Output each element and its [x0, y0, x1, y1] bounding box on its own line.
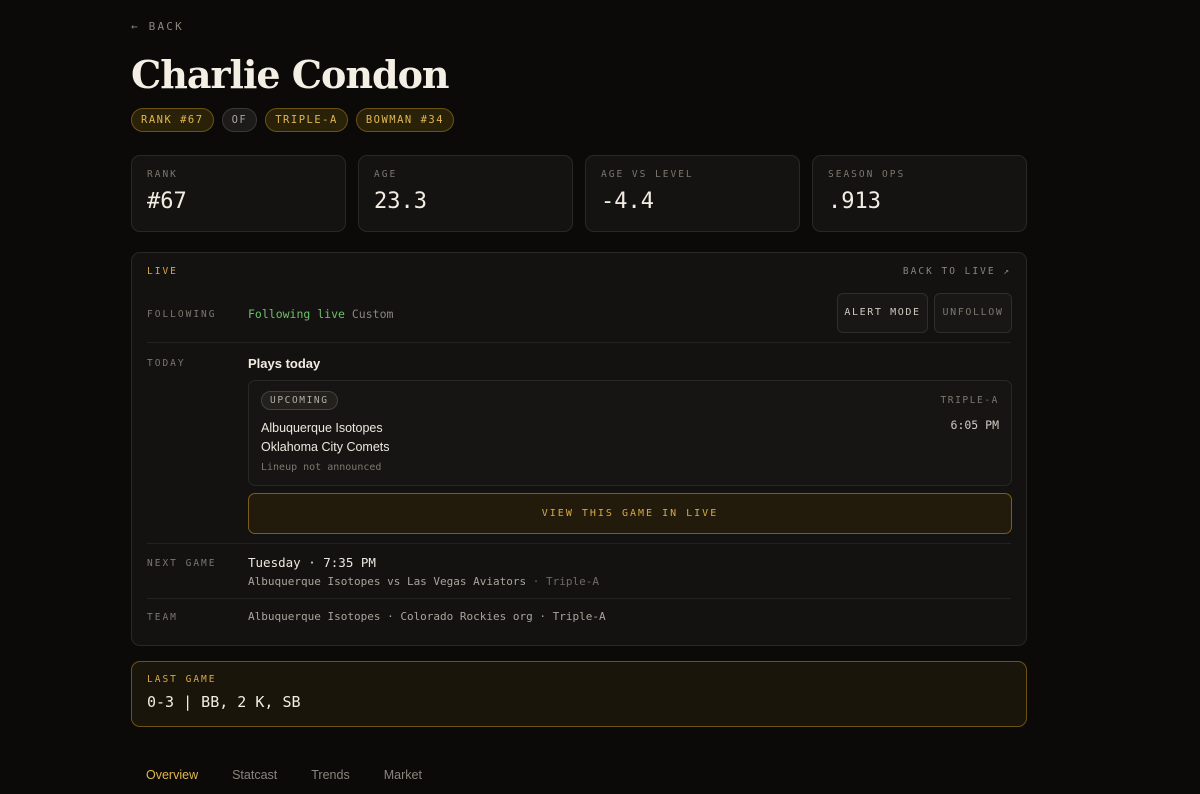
following-live-text: Following live: [248, 307, 345, 321]
following-label: FOLLOWING: [147, 309, 217, 320]
player-badges: RANK #67 OF TRIPLE-A BOWMAN #34: [131, 108, 455, 132]
stat-cards: RANK #67 AGE 23.3 AGE VS LEVEL -4.4 SEAS…: [131, 155, 1027, 232]
stat-value: #67: [147, 189, 187, 214]
stat-card-season-ops: SEASON OPS .913: [812, 155, 1027, 232]
stat-value: 23.3: [374, 189, 427, 214]
level-badge: TRIPLE-A: [265, 108, 348, 132]
stat-label: AGE: [374, 169, 398, 180]
plays-today-heading: Plays today: [248, 356, 321, 371]
stat-value: .913: [828, 189, 881, 214]
rank-badge: RANK #67: [131, 108, 214, 132]
following-status: Following live Custom: [248, 307, 393, 321]
game-card[interactable]: UPCOMING TRIPLE-A 6:05 PM Albuquerque Is…: [248, 380, 1012, 486]
live-panel: LIVE BACK TO LIVE ↗ FOLLOWING Following …: [131, 252, 1027, 646]
next-game-teams: Albuquerque Isotopes vs Las Vegas Aviato…: [248, 575, 527, 588]
home-team: Albuquerque Isotopes: [261, 421, 383, 435]
today-label: TODAY: [147, 358, 186, 369]
tab-overview[interactable]: Overview: [146, 768, 198, 782]
last-game-label: LAST GAME: [147, 674, 217, 685]
next-game-matchup: Albuquerque Isotopes vs Las Vegas Aviato…: [248, 575, 599, 588]
away-team: Oklahoma City Comets: [261, 440, 390, 454]
back-to-live-link[interactable]: BACK TO LIVE ↗: [903, 266, 1011, 277]
lineup-status: Lineup not announced: [261, 462, 382, 473]
last-game-card: LAST GAME 0-3 | BB, 2 K, SB: [131, 661, 1027, 727]
stat-label: RANK: [147, 169, 178, 180]
stat-value: -4.4: [601, 189, 654, 214]
last-game-value: 0-3 | BB, 2 K, SB: [147, 693, 301, 711]
divider: [147, 543, 1011, 544]
game-level: TRIPLE-A: [940, 395, 999, 406]
view-game-in-live-button[interactable]: VIEW THIS GAME IN LIVE: [248, 493, 1012, 534]
game-time: 6:05 PM: [950, 418, 999, 432]
team-value: Albuquerque Isotopes · Colorado Rockies …: [248, 610, 606, 623]
stat-card-age: AGE 23.3: [358, 155, 573, 232]
tab-statcast[interactable]: Statcast: [232, 768, 277, 782]
stat-label: AGE VS LEVEL: [601, 169, 694, 180]
next-game-time: Tuesday · 7:35 PM: [248, 555, 376, 570]
team-label: TEAM: [147, 612, 178, 623]
tab-bar: Overview Statcast Trends Market: [146, 768, 422, 782]
stat-card-rank: RANK #67: [131, 155, 346, 232]
stat-card-age-vs-level: AGE VS LEVEL -4.4: [585, 155, 800, 232]
live-tag: LIVE: [147, 266, 178, 277]
alert-mode-button[interactable]: ALERT MODE: [837, 293, 928, 333]
stat-label: SEASON OPS: [828, 169, 906, 180]
divider: [147, 342, 1011, 343]
next-game-level: · Triple-A: [526, 575, 600, 588]
game-status-badge: UPCOMING: [261, 391, 338, 410]
next-game-label: NEXT GAME: [147, 558, 217, 569]
player-name: Charlie Condon: [131, 52, 450, 97]
bowman-badge: BOWMAN #34: [355, 108, 455, 132]
divider: [147, 598, 1011, 599]
tab-market[interactable]: Market: [384, 768, 422, 782]
tab-trends[interactable]: Trends: [311, 768, 349, 782]
position-badge: OF: [221, 108, 258, 132]
following-mode-text: Custom: [351, 307, 394, 321]
unfollow-button[interactable]: UNFOLLOW: [934, 293, 1012, 333]
back-link[interactable]: ← BACK: [131, 20, 184, 33]
